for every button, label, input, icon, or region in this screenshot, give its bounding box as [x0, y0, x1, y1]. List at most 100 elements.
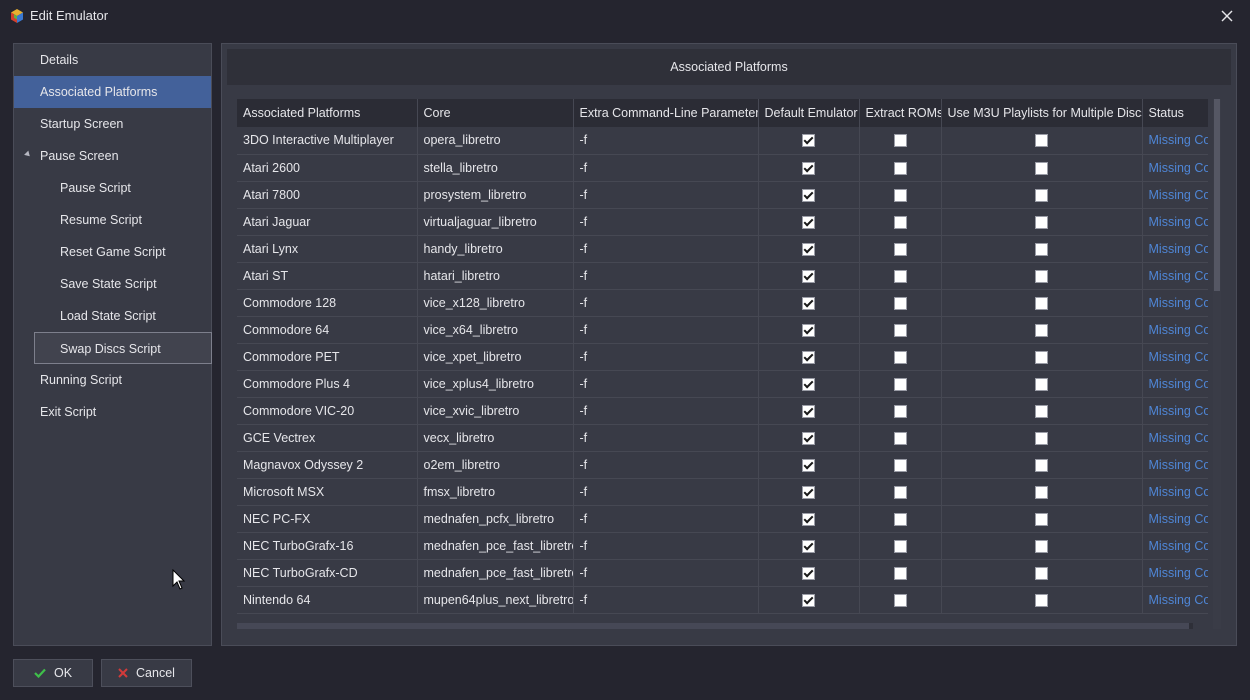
extract-roms-checkbox[interactable] [893, 188, 907, 202]
sidebar-item-associated-platforms[interactable]: Associated Platforms [14, 76, 211, 108]
column-header-platform[interactable]: Associated Platforms [237, 99, 418, 127]
table-row[interactable]: Atari 2600 stella_libretro -f Missing Co [237, 154, 1208, 182]
extract-roms-checkbox[interactable] [893, 512, 907, 526]
default-emulator-checkbox[interactable] [802, 485, 815, 499]
use-m3u-checkbox[interactable] [1035, 566, 1048, 580]
extract-roms-checkbox[interactable] [893, 323, 907, 337]
table-row[interactable]: Commodore 64 vice_x64_libretro -f Missing C… [237, 316, 1208, 344]
status-link[interactable]: Missing Co [1142, 289, 1208, 317]
extract-roms-checkbox[interactable] [893, 350, 907, 364]
column-header-m3u[interactable]: Use M3U Playlists for Multiple Discs [941, 99, 1143, 127]
status-link[interactable]: Missing Co [1142, 316, 1208, 344]
sidebar-item-exit-script[interactable]: Exit Script [14, 396, 211, 428]
default-emulator-checkbox[interactable] [802, 188, 815, 202]
default-emulator-checkbox[interactable] [802, 350, 815, 364]
sidebar-item-pause-script[interactable]: Pause Script [14, 172, 211, 204]
table-row[interactable]: Atari Lynx handy_libretro -f Missing Co [237, 235, 1208, 263]
default-emulator-checkbox[interactable] [802, 242, 815, 256]
default-emulator-checkbox[interactable] [802, 377, 815, 391]
horizontal-scrollbar[interactable] [237, 623, 1193, 629]
extract-roms-checkbox[interactable] [893, 215, 907, 229]
column-header-status[interactable]: Status [1142, 99, 1208, 127]
table-row[interactable]: Magnavox Odyssey 2 o2em_libretro -f Missing… [237, 451, 1208, 479]
default-emulator-checkbox[interactable] [802, 431, 815, 445]
status-link[interactable]: Missing Co [1142, 424, 1208, 452]
default-emulator-checkbox[interactable] [802, 458, 815, 472]
default-emulator-checkbox[interactable] [802, 512, 815, 526]
use-m3u-checkbox[interactable] [1035, 458, 1048, 472]
default-emulator-checkbox[interactable] [802, 539, 815, 553]
default-emulator-checkbox[interactable] [802, 215, 815, 229]
horizontal-scrollbar-thumb[interactable] [237, 623, 1189, 629]
column-header-extract-roms[interactable]: Extract ROMs [859, 99, 942, 127]
table-row[interactable]: Commodore Plus 4 vice_xplus4_libretro -f Mi… [237, 370, 1208, 398]
vertical-scrollbar[interactable] [1213, 99, 1221, 629]
status-link[interactable]: Missing Co [1142, 478, 1208, 506]
table-row[interactable]: NEC TurboGrafx-16 mednafen_pce_fast_libre… [237, 532, 1208, 560]
use-m3u-checkbox[interactable] [1035, 134, 1048, 148]
table-row[interactable]: Commodore VIC-20 vice_xvic_libretro -f Miss… [237, 397, 1208, 425]
column-header-default-emulator[interactable]: Default Emulator [758, 99, 860, 127]
sidebar-item-running-script[interactable]: Running Script [14, 364, 211, 396]
extract-roms-checkbox[interactable] [893, 269, 907, 283]
use-m3u-checkbox[interactable] [1035, 161, 1048, 175]
extract-roms-checkbox[interactable] [893, 161, 907, 175]
cancel-button[interactable]: Cancel [101, 659, 192, 687]
extract-roms-checkbox[interactable] [893, 539, 907, 553]
extract-roms-checkbox[interactable] [893, 431, 907, 445]
close-button[interactable] [1216, 5, 1238, 27]
status-link[interactable]: Missing Co [1142, 208, 1208, 236]
table-row[interactable]: Atari 7800 prosystem_libretro -f Missing Co [237, 181, 1208, 209]
use-m3u-checkbox[interactable] [1035, 323, 1048, 337]
status-link[interactable]: Missing Co [1142, 154, 1208, 182]
table-row[interactable]: NEC PC-FX mednafen_pcfx_libretro -f Missing… [237, 505, 1208, 533]
use-m3u-checkbox[interactable] [1035, 485, 1048, 499]
sidebar-item-resume-script[interactable]: Resume Script [14, 204, 211, 236]
status-link[interactable]: Missing Co [1142, 586, 1208, 614]
default-emulator-checkbox[interactable] [802, 161, 815, 175]
default-emulator-checkbox[interactable] [802, 269, 815, 283]
column-header-params[interactable]: Extra Command-Line Parameters [573, 99, 759, 127]
use-m3u-checkbox[interactable] [1035, 350, 1048, 364]
use-m3u-checkbox[interactable] [1035, 539, 1048, 553]
sidebar-item-swap-discs-script[interactable]: Swap Discs Script [34, 332, 212, 364]
sidebar-item-pause-screen[interactable]: Pause Screen [14, 140, 211, 172]
status-link[interactable]: Missing Co [1142, 235, 1208, 263]
extract-roms-checkbox[interactable] [893, 485, 907, 499]
use-m3u-checkbox[interactable] [1035, 269, 1048, 283]
status-link[interactable]: Missing Co [1142, 532, 1208, 560]
table-row[interactable]: GCE Vectrex vecx_libretro -f Missing Co [237, 424, 1208, 452]
use-m3u-checkbox[interactable] [1035, 512, 1048, 526]
table-row[interactable]: Microsoft MSX fmsx_libretro -f Missing Co [237, 478, 1208, 506]
extract-roms-checkbox[interactable] [893, 404, 907, 418]
sidebar-item-save-state-script[interactable]: Save State Script [14, 268, 211, 300]
extract-roms-checkbox[interactable] [893, 134, 907, 148]
use-m3u-checkbox[interactable] [1035, 242, 1048, 256]
table-row[interactable]: Nintendo 64 mupen64plus_next_libretro -f Mi… [237, 586, 1208, 614]
status-link[interactable]: Missing Co [1142, 451, 1208, 479]
vertical-scrollbar-thumb[interactable] [1214, 99, 1220, 291]
use-m3u-checkbox[interactable] [1035, 296, 1048, 310]
extract-roms-checkbox[interactable] [893, 458, 907, 472]
extract-roms-checkbox[interactable] [893, 296, 907, 310]
table-row[interactable]: Atari Jaguar virtualjaguar_libretro -f Miss… [237, 208, 1208, 236]
table-row[interactable]: NEC TurboGrafx-CD mednafen_pce_fast_libre… [237, 559, 1208, 587]
default-emulator-checkbox[interactable] [802, 593, 815, 607]
column-header-core[interactable]: Core [417, 99, 574, 127]
use-m3u-checkbox[interactable] [1035, 377, 1048, 391]
default-emulator-checkbox[interactable] [802, 296, 815, 310]
table-row[interactable]: 3DO Interactive Multiplayer opera_libretr… [237, 127, 1208, 155]
status-link[interactable]: Missing Co [1142, 127, 1208, 155]
extract-roms-checkbox[interactable] [893, 593, 907, 607]
use-m3u-checkbox[interactable] [1035, 188, 1048, 202]
extract-roms-checkbox[interactable] [893, 566, 907, 580]
status-link[interactable]: Missing Co [1142, 343, 1208, 371]
use-m3u-checkbox[interactable] [1035, 404, 1048, 418]
table-row[interactable]: Commodore PET vice_xpet_libretro -f Missing… [237, 343, 1208, 371]
default-emulator-checkbox[interactable] [802, 134, 815, 148]
status-link[interactable]: Missing Co [1142, 262, 1208, 290]
use-m3u-checkbox[interactable] [1035, 431, 1048, 445]
extract-roms-checkbox[interactable] [893, 242, 907, 256]
default-emulator-checkbox[interactable] [802, 566, 815, 580]
sidebar-item-reset-game-script[interactable]: Reset Game Script [14, 236, 211, 268]
